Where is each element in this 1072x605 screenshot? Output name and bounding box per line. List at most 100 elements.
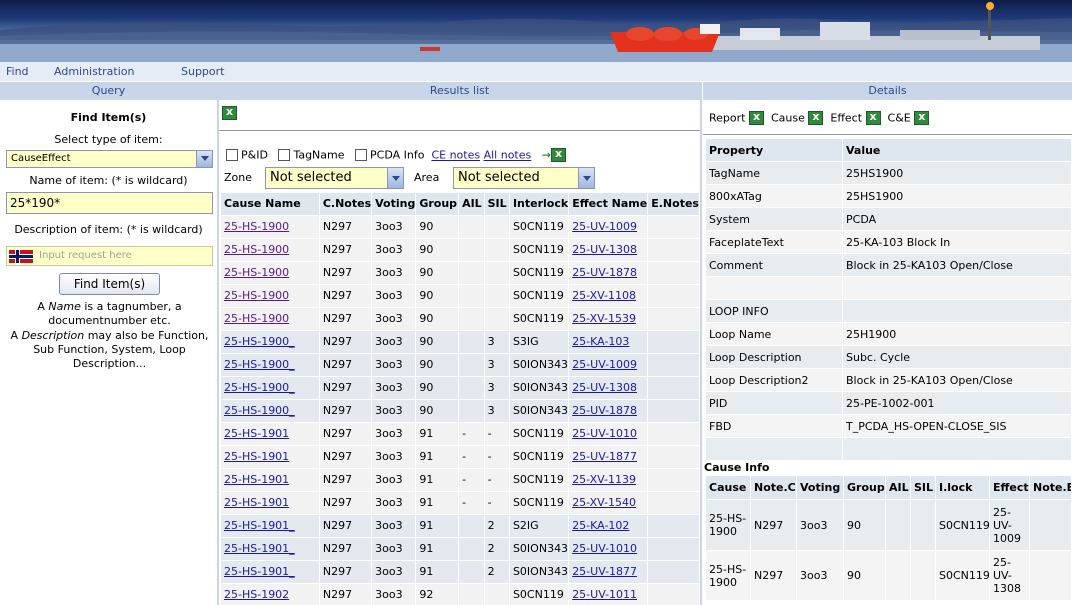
report-excel-icon[interactable] [748,110,764,125]
menu-administration[interactable]: Administration [54,65,135,78]
cause-name-link[interactable]: 25-HS-1901_ [224,519,295,532]
ce-excel-icon[interactable] [914,110,930,125]
ail-cell: - [458,468,485,492]
cause-name-link[interactable]: 25-HS-1900_ [224,335,295,348]
cause-name-link[interactable]: 25-HS-1901 [224,427,289,440]
cause-name-link[interactable]: 25-HS-1901 [224,473,289,486]
effect-name-link[interactable]: 25-UV-1878 [572,266,637,279]
effect-name-cell: 25-KA-103 [568,330,649,354]
table-row[interactable]: 25-HS-1900_ N297 3oo3 90 3 S0ION343 25-UV-1009 [221,353,700,377]
enotes-cell [647,560,700,584]
col-c-notes[interactable]: C.Notes [319,193,373,216]
effect-name-link[interactable]: 25-UV-1877 [572,565,637,578]
find-items-button[interactable]: Find Item(s) [59,273,160,295]
cause-name-cell: 25-HS-1900 [221,238,320,262]
cause-name-link[interactable]: 25-HS-1900_ [224,404,295,417]
table-row[interactable]: 25-HS-1901 N297 3oo3 91- - S0CN119 25-UV-1877 [221,445,700,469]
menu-support[interactable]: Support [181,65,224,78]
effect-name-link[interactable]: 25-KA-102 [572,519,629,532]
cnotes-cell: N297 [319,422,373,446]
ce-notes-link[interactable]: CE notes [431,149,480,162]
col-sil[interactable]: SIL [484,193,510,216]
table-row[interactable]: 25-HS-1900_ N297 3oo3 90 3 S0ION343 25-UV-1308 [221,376,700,400]
zone-select[interactable]: Not selected [265,167,404,189]
table-row[interactable]: 25-HS-1901_ N297 3oo3 91 2 S2IG 25-KA-102 [221,514,700,538]
table-row[interactable]: 25-HS-1901 N297 3oo3 91- - S0CN119 25-XV-1540 [221,491,700,515]
table-row[interactable]: 25-HS-1900 N297 3oo3 90 S0CN119 25-UV-1308 [221,238,700,262]
enotes-cell [647,445,700,469]
property-row: LOOP INFO [705,299,1072,323]
properties-table: Property Value TagName 25HS1900 800xATag 25… [705,138,1072,461]
name-input[interactable]: 25*190* [6,192,213,214]
cause-name-link[interactable]: 25-HS-1901_ [224,565,295,578]
effect-name-link[interactable]: 25-UV-1308 [572,381,637,394]
property-row: Loop Description2 Block in 25-KA103 Open/… [705,368,1072,392]
tagname-checkbox[interactable] [278,149,291,161]
table-row[interactable]: 25-HS-1901 N297 3oo3 91- - S0CN119 25-XV-1139 [221,468,700,492]
item-type-select[interactable]: CauseEffect [6,150,213,168]
chevron-down-icon[interactable] [196,151,212,167]
effect-name-link[interactable]: 25-XV-1139 [572,473,636,486]
cause-name-link[interactable]: 25-HS-1900 [224,312,289,325]
all-notes-link[interactable]: All notes [484,149,532,162]
effect-name-link[interactable]: 25-UV-1011 [572,588,637,601]
cause-name-link[interactable]: 25-HS-1900 [224,289,289,302]
effect-name-link[interactable]: 25-XV-1539 [572,312,636,325]
pid-checkbox[interactable] [226,149,238,161]
col-voting[interactable]: Voting [371,193,417,216]
chevron-down-icon[interactable] [578,168,594,188]
table-row[interactable]: 25-HS-1900 N297 3oo3 90 S0CN119 25-UV-1009 [221,215,700,239]
effect-name-link[interactable]: 25-XV-1108 [572,289,636,302]
effect-name-link[interactable]: 25-UV-1009 [572,358,637,371]
effect-name-link[interactable]: 25-KA-103 [572,335,629,348]
col-e-notes[interactable]: E.Notes [647,193,700,216]
table-row[interactable]: 25-HS-1900 N297 3oo3 90 S0CN119 25-XV-1539 [221,307,700,331]
table-row[interactable]: 25-HS-1901 N297 3oo3 91- - S0CN119 25-UV-1010 [221,422,700,446]
enotes-cell [647,468,700,492]
property-row: Loop Name 25H1900 [705,322,1072,346]
effect-name-link[interactable]: 25-UV-1009 [572,220,637,233]
table-row[interactable]: 25-HS-1901_ N297 3oo3 91 2 S0ION343 25-UV-1010 [221,537,700,561]
cause-name-link[interactable]: 25-HS-1902 [224,588,289,601]
group-cell: 90 [415,353,460,377]
effect-name-link[interactable]: 25-XV-1540 [572,496,636,509]
cause-name-link[interactable]: 25-HS-1901 [224,496,289,509]
menu-find[interactable]: Find [6,65,29,78]
property-value: Block in 25-KA103 Open/Close [842,253,1072,277]
col-effect-name[interactable]: Effect Name [568,193,649,216]
excel-export-icon[interactable] [550,147,566,162]
effect-name-link[interactable]: 25-UV-1878 [572,404,637,417]
col-interlock[interactable]: Interlock [509,193,570,216]
effect-name-link[interactable]: 25-UV-1010 [572,427,637,440]
col-ail[interactable]: AIL [458,193,485,216]
table-row[interactable]: 25-HS-1900_ N297 3oo3 90 3 S3IG 25-KA-103 [221,330,700,354]
table-row[interactable]: 25-HS-1900 N297 3oo3 90 S0CN119 25-UV-1878 [221,261,700,285]
effect-name-link[interactable]: 25-UV-1010 [572,542,637,555]
cause-name-cell: 25-HS-1900_ [221,330,320,354]
excel-export-icon[interactable] [222,105,237,120]
cause-name-link[interactable]: 25-HS-1900 [224,266,289,279]
col-cause-name[interactable]: Cause Name [221,193,320,216]
cause-name-link[interactable]: 25-HS-1900_ [224,381,295,394]
cause-name-link[interactable]: 25-HS-1900 [224,220,289,233]
cause-excel-icon[interactable] [808,110,824,125]
cause-name-link[interactable]: 25-HS-1900_ [224,358,295,371]
voting-cell: 3oo3 [371,537,417,561]
table-row[interactable]: 25-HS-1900 N297 3oo3 90 S0CN119 25-XV-1108 [221,284,700,308]
cause-name-link[interactable]: 25-HS-1901 [224,450,289,463]
ail-cell: - [458,445,485,469]
cause-name-link[interactable]: 25-HS-1900 [224,243,289,256]
table-row[interactable]: 25-HS-1902 N297 3oo3 92 S0CN119 25-UV-1011 [221,583,700,605]
table-row[interactable]: 25-HS-1900_ N297 3oo3 90 3 S0ION343 25-UV-1878 [221,399,700,423]
pcda-info-checkbox[interactable] [355,149,368,161]
area-select[interactable]: Not selected [453,167,595,189]
description-input[interactable]: Input request here [6,246,213,266]
col-group[interactable]: Group [415,193,460,216]
chevron-down-icon[interactable] [387,168,403,188]
cause-name-link[interactable]: 25-HS-1901_ [224,542,295,555]
ci-col-note-c: Note.C [750,475,797,500]
effect-name-link[interactable]: 25-UV-1877 [572,450,637,463]
table-row[interactable]: 25-HS-1901_ N297 3oo3 91 2 S0ION343 25-UV-1877 [221,560,700,584]
effect-name-link[interactable]: 25-UV-1308 [572,243,637,256]
effect-excel-icon[interactable] [865,110,881,125]
